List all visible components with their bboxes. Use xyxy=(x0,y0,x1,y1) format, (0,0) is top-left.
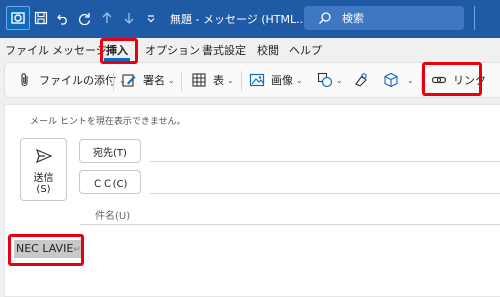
divider xyxy=(241,71,242,91)
subject-label: 件名(U) xyxy=(95,211,131,222)
highlight-body-text xyxy=(8,234,84,266)
menu-format[interactable]: 書式設定 xyxy=(202,42,246,58)
picture-button[interactable]: 画像 ⌄ xyxy=(249,69,303,91)
send-button[interactable]: 送信 (S) xyxy=(20,138,67,201)
send-label: 送信 xyxy=(33,173,54,184)
cc-button[interactable]: ＣＣ(C) xyxy=(79,170,141,194)
menu-file[interactable]: ファイル xyxy=(5,42,49,58)
title-bar: 無題 - メッセージ (HTML... 検索 xyxy=(0,0,500,38)
paperclip-icon xyxy=(21,73,28,87)
to-field[interactable] xyxy=(150,161,500,162)
divider xyxy=(181,71,182,91)
table-icon xyxy=(192,73,206,87)
chevron-down-icon: ⌄ xyxy=(227,75,234,85)
search-icon xyxy=(319,12,331,24)
chevron-down-icon: ⌄ xyxy=(168,75,175,85)
table-label: 表 xyxy=(213,74,224,87)
picture-label: 画像 xyxy=(271,74,293,87)
window-title: 無題 - メッセージ (HTML... xyxy=(170,13,307,26)
window-controls[interactable] xyxy=(474,6,500,30)
table-button[interactable]: 表 ⌄ xyxy=(191,69,234,91)
attach-file-label: ファイルの添付 xyxy=(39,74,116,87)
signature-icon xyxy=(122,74,136,87)
picture-icon xyxy=(249,73,265,87)
3d-models-button[interactable]: ⌄ xyxy=(383,69,414,91)
highlight-insert-tab xyxy=(100,38,138,64)
icons-icon xyxy=(355,73,367,87)
chevron-down-icon: ⌄ xyxy=(336,75,343,85)
chevron-down-icon: ⌄ xyxy=(296,75,303,85)
down-arrow-icon[interactable] xyxy=(118,6,140,30)
menu-message[interactable]: メッセージ xyxy=(52,42,107,58)
up-arrow-icon[interactable] xyxy=(96,6,118,30)
customize-icon[interactable] xyxy=(140,6,162,30)
attach-file-button[interactable]: ファイルの添付 ⌄ xyxy=(17,69,126,91)
divider xyxy=(113,71,114,91)
redo-icon[interactable] xyxy=(74,6,96,30)
icons-button[interactable] xyxy=(353,69,369,91)
save-icon[interactable] xyxy=(30,6,52,30)
menu-options[interactable]: オプション xyxy=(145,42,200,58)
chevron-down-icon: ⌄ xyxy=(407,75,414,85)
menu-bar: ファイル メッセージ 挿入 オプション 書式設定 校閲 ヘルプ xyxy=(0,38,500,60)
to-button[interactable]: 宛先(T) xyxy=(79,139,141,163)
signature-label: 署名 xyxy=(143,74,165,87)
search-placeholder: 検索 xyxy=(342,12,364,25)
info-text: メール ヒントを現在表示できません。 xyxy=(30,117,186,127)
subject-field[interactable] xyxy=(80,224,500,225)
send-shortcut: (S) xyxy=(36,184,51,195)
shapes-button[interactable]: ⌄ xyxy=(317,69,343,91)
search-box[interactable]: 検索 xyxy=(304,6,464,30)
cc-field[interactable] xyxy=(150,193,500,194)
signature-button[interactable]: 署名 ⌄ xyxy=(121,69,175,91)
cube-icon xyxy=(384,72,398,88)
compose-area xyxy=(4,104,500,297)
undo-icon[interactable] xyxy=(52,6,74,30)
send-icon xyxy=(35,148,53,164)
menu-review[interactable]: 校閲 xyxy=(257,42,279,58)
shapes-icon xyxy=(317,72,333,88)
outlook-app-icon xyxy=(6,6,30,30)
menu-help[interactable]: ヘルプ xyxy=(289,42,322,58)
highlight-link-button xyxy=(422,62,482,96)
